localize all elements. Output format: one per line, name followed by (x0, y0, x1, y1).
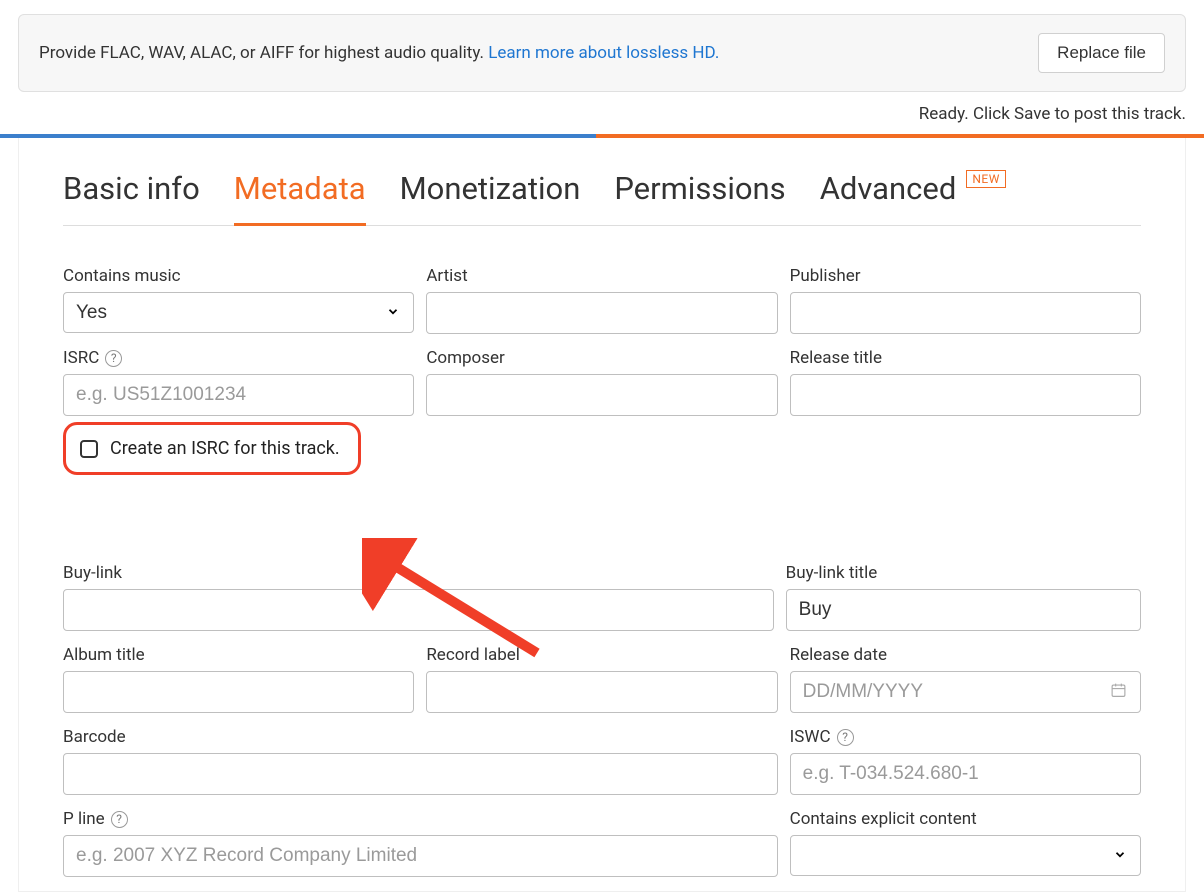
release-date-input[interactable] (790, 671, 1141, 713)
field-buy-link: Buy-link (63, 563, 774, 631)
field-artist: Artist (426, 266, 777, 334)
tab-bar: Basic info Metadata Monetization Permiss… (63, 168, 1141, 226)
isrc-input[interactable] (63, 374, 414, 416)
label-barcode: Barcode (63, 727, 778, 747)
help-icon[interactable]: ? (837, 729, 854, 746)
create-isrc-checkbox[interactable] (80, 440, 98, 458)
field-publisher: Publisher (790, 266, 1141, 334)
field-p-line: P line ? (63, 809, 778, 877)
label-p-line-text: P line (63, 809, 105, 829)
new-badge: NEW (966, 170, 1006, 188)
composer-input[interactable] (426, 374, 777, 416)
replace-file-button[interactable]: Replace file (1038, 33, 1165, 73)
label-artist: Artist (426, 266, 777, 286)
publisher-input[interactable] (790, 292, 1141, 334)
field-explicit-content: Contains explicit content (790, 809, 1141, 877)
contains-music-select[interactable]: Yes (63, 292, 414, 333)
field-buy-link-title: Buy-link title (786, 563, 1141, 631)
iswc-input[interactable] (790, 753, 1141, 795)
label-composer: Composer (426, 348, 777, 368)
explicit-content-select[interactable] (790, 835, 1141, 876)
lossless-hd-link[interactable]: Learn more about lossless HD. (488, 43, 719, 63)
label-contains-music: Contains music (63, 266, 414, 286)
isrc-checkbox-highlight: Create an ISRC for this track. (63, 422, 361, 475)
label-buy-link-title: Buy-link title (786, 563, 1141, 583)
label-record-label: Record label (426, 645, 777, 665)
label-iswc: ISWC ? (790, 727, 1141, 747)
upload-status: Ready. Click Save to post this track. (0, 104, 1186, 124)
label-explicit-content: Contains explicit content (790, 809, 1141, 829)
tab-advanced-label: Advanced (820, 170, 957, 207)
p-line-input[interactable] (63, 835, 778, 877)
release-title-input[interactable] (790, 374, 1141, 416)
banner-text: Provide FLAC, WAV, ALAC, or AIFF for hig… (39, 43, 719, 63)
label-iswc-text: ISWC (790, 727, 831, 747)
field-composer: Composer (426, 348, 777, 475)
help-icon[interactable]: ? (111, 811, 128, 828)
buy-link-input[interactable] (63, 589, 774, 631)
field-iswc: ISWC ? (790, 727, 1141, 795)
field-contains-music: Contains music Yes (63, 266, 414, 334)
artist-input[interactable] (426, 292, 777, 334)
field-album-title: Album title (63, 645, 414, 713)
label-release-date: Release date (790, 645, 1141, 665)
field-record-label: Record label (426, 645, 777, 713)
label-buy-link: Buy-link (63, 563, 774, 583)
label-release-title: Release title (790, 348, 1141, 368)
label-publisher: Publisher (790, 266, 1141, 286)
tab-monetization[interactable]: Monetization (400, 168, 581, 223)
label-isrc: ISRC ? (63, 348, 414, 368)
label-p-line: P line ? (63, 809, 778, 829)
banner-static-text: Provide FLAC, WAV, ALAC, or AIFF for hig… (39, 43, 488, 63)
tab-metadata[interactable]: Metadata (234, 168, 366, 226)
buy-link-title-input[interactable] (786, 589, 1141, 631)
quality-banner: Provide FLAC, WAV, ALAC, or AIFF for hig… (18, 14, 1186, 92)
tab-basic-info[interactable]: Basic info (63, 168, 200, 223)
field-barcode: Barcode (63, 727, 778, 795)
record-label-input[interactable] (426, 671, 777, 713)
field-release-date: Release date (790, 645, 1141, 713)
album-title-input[interactable] (63, 671, 414, 713)
help-icon[interactable]: ? (105, 350, 122, 367)
label-isrc-text: ISRC (63, 348, 99, 368)
tab-advanced[interactable]: Advanced NEW (820, 168, 1006, 223)
create-isrc-label: Create an ISRC for this track. (110, 438, 340, 459)
label-album-title: Album title (63, 645, 414, 665)
field-release-title: Release title (790, 348, 1141, 475)
barcode-input[interactable] (63, 753, 778, 795)
content-panel: Basic info Metadata Monetization Permiss… (18, 138, 1186, 892)
field-isrc: ISRC ? Create an ISRC for this track. (63, 348, 414, 475)
tab-permissions[interactable]: Permissions (614, 168, 785, 223)
